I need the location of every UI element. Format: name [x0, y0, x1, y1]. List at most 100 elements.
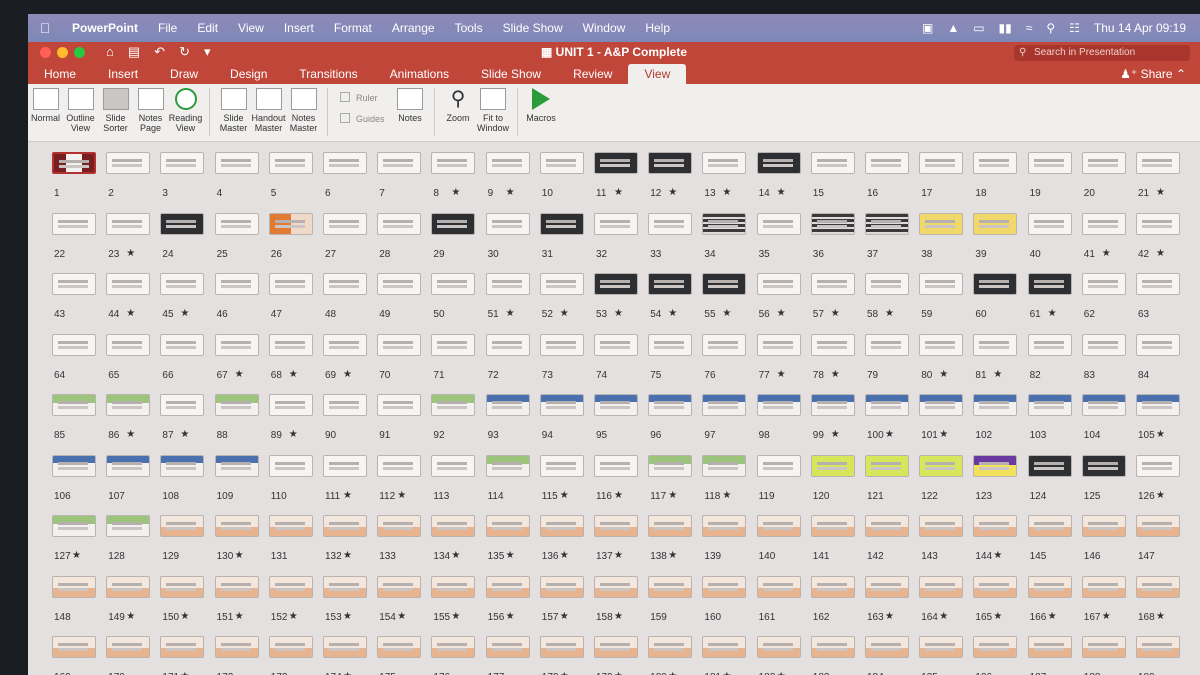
slide-preview[interactable] [648, 636, 693, 658]
slide-thumbnail-134[interactable]: 134 ★ [429, 515, 483, 575]
slide-preview[interactable] [648, 515, 693, 537]
normal-view-button[interactable]: Normal [28, 88, 63, 123]
slide-thumbnail-182[interactable]: 182★ [755, 636, 809, 675]
slide-thumbnail-36[interactable]: 36 [809, 212, 863, 273]
slide-preview[interactable] [539, 394, 584, 416]
slide-thumbnail-79[interactable]: 79 [863, 333, 917, 394]
slide-thumbnail-161[interactable]: 161 [755, 575, 809, 636]
slide-preview[interactable] [702, 575, 747, 598]
slide-preview[interactable] [1081, 333, 1126, 356]
slide-thumbnail-168[interactable]: 168 ★ [1134, 575, 1188, 636]
slide-thumbnail-9[interactable]: 9 ★ [484, 152, 538, 212]
slide-preview[interactable] [160, 575, 205, 598]
slide-thumbnail-163[interactable]: 163 ★ [863, 575, 917, 636]
slide-thumbnail-44[interactable]: 44 ★ [104, 273, 158, 333]
slide-thumbnail-112[interactable]: 112 ★ [375, 454, 429, 515]
slide-thumbnail-164[interactable]: 164 ★ [917, 575, 971, 636]
slide-preview[interactable] [756, 273, 801, 295]
slide-preview[interactable] [214, 636, 259, 658]
slide-thumbnail-85[interactable]: 85 [50, 394, 104, 454]
notes-page-button[interactable]: Notes Page [133, 88, 168, 133]
slide-preview[interactable] [1081, 273, 1126, 295]
slide-thumbnail-116[interactable]: 116 ★ [592, 454, 646, 515]
slide-thumbnail-51[interactable]: 51 ★ [484, 273, 538, 333]
menu-window[interactable]: Window [573, 21, 636, 35]
slide-preview[interactable] [52, 636, 96, 658]
slide-thumbnail-128[interactable]: 128 [104, 515, 158, 575]
slide-preview[interactable] [1081, 636, 1126, 658]
slide-thumbnail-175[interactable]: 175 [375, 636, 429, 675]
slide-thumbnail-33[interactable]: 33 [646, 212, 700, 273]
slide-preview[interactable] [810, 212, 855, 235]
slide-thumbnail-107[interactable]: 107 [104, 454, 158, 515]
slide-preview[interactable] [323, 575, 367, 598]
ruler-checkbox[interactable]: Ruler [340, 92, 385, 103]
slide-thumbnail-11[interactable]: 11 ★ [592, 152, 646, 212]
slide-thumbnail-111[interactable]: 111 ★ [321, 454, 375, 515]
menubar-clock[interactable]: Thu 14 Apr 09:19 [1094, 21, 1186, 35]
slide-thumbnail-76[interactable]: 76 [700, 333, 754, 394]
slide-thumbnail-84[interactable]: 84 [1134, 333, 1188, 394]
menu-view[interactable]: View [228, 21, 274, 35]
slide-preview[interactable] [919, 394, 964, 416]
slide-preview[interactable] [539, 152, 584, 174]
slide-thumbnail-50[interactable]: 50 [429, 273, 483, 333]
slide-preview[interactable] [431, 273, 476, 295]
slide-thumbnail-38[interactable]: 38 [917, 212, 971, 273]
slide-preview[interactable] [1027, 273, 1072, 295]
slide-thumbnail-122[interactable]: 122 [917, 454, 971, 515]
slide-thumbnail-136[interactable]: 136 ★ [538, 515, 592, 575]
slide-thumbnail-4[interactable]: 4 [213, 152, 267, 212]
slide-thumbnail-82[interactable]: 82 [1026, 333, 1080, 394]
slide-thumbnail-120[interactable]: 120 [809, 454, 863, 515]
slide-preview[interactable] [594, 394, 638, 416]
slide-preview[interactable] [268, 212, 313, 235]
slide-thumbnail-135[interactable]: 135 ★ [484, 515, 538, 575]
slide-thumbnail-143[interactable]: 143 [917, 515, 971, 575]
slide-thumbnail-78[interactable]: 78 ★ [809, 333, 863, 394]
slide-thumbnail-162[interactable]: 162 [809, 575, 863, 636]
battery-icon[interactable]: ▮▮ [999, 21, 1012, 35]
slide-thumbnail-179[interactable]: 179★ [592, 636, 646, 675]
slide-thumbnail-118[interactable]: 118 ★ [700, 454, 754, 515]
slide-thumbnail-98[interactable]: 98 [755, 394, 809, 454]
slide-thumbnail-34[interactable]: 34 [700, 212, 754, 273]
slide-thumbnail-99[interactable]: 99 ★ [809, 394, 863, 454]
slide-thumbnail-91[interactable]: 91 [375, 394, 429, 454]
slide-preview[interactable] [431, 152, 476, 174]
slide-preview[interactable] [810, 454, 855, 477]
slide-preview[interactable] [1027, 333, 1072, 356]
slide-thumbnail-64[interactable]: 64 [50, 333, 104, 394]
slide-thumbnail-39[interactable]: 39 [971, 212, 1025, 273]
slide-preview[interactable] [160, 636, 205, 658]
slide-preview[interactable] [973, 636, 1018, 658]
tab-design[interactable]: Design [214, 64, 283, 84]
slide-thumbnail-142[interactable]: 142 [863, 515, 917, 575]
slide-preview[interactable] [1136, 212, 1180, 235]
slide-thumbnail-93[interactable]: 93 [484, 394, 538, 454]
slide-thumbnail-124[interactable]: 124 [1026, 454, 1080, 515]
slide-thumbnail-117[interactable]: 117 ★ [646, 454, 700, 515]
slide-thumbnail-5[interactable]: 5 [267, 152, 321, 212]
slide-preview[interactable] [52, 152, 96, 174]
slide-preview[interactable] [106, 515, 151, 537]
slide-thumbnail-155[interactable]: 155 ★ [429, 575, 483, 636]
slide-preview[interactable] [1027, 454, 1072, 477]
slide-preview[interactable] [431, 636, 476, 658]
notes-master-button[interactable]: Notes Master [286, 88, 321, 133]
slide-preview[interactable] [594, 333, 638, 356]
slide-thumbnail-6[interactable]: 6 [321, 152, 375, 212]
slide-preview[interactable] [1081, 454, 1126, 477]
slide-thumbnail-53[interactable]: 53 ★ [592, 273, 646, 333]
slide-preview[interactable] [485, 212, 530, 235]
slide-preview[interactable] [377, 273, 422, 295]
slide-thumbnail-169[interactable]: 169 [50, 636, 104, 675]
slide-preview[interactable] [865, 152, 909, 174]
slide-preview[interactable] [377, 394, 422, 416]
slide-preview[interactable] [756, 152, 801, 174]
slide-thumbnail-130[interactable]: 130 ★ [213, 515, 267, 575]
slide-preview[interactable] [865, 575, 909, 598]
slide-thumbnail-132[interactable]: 132 ★ [321, 515, 375, 575]
slide-thumbnail-90[interactable]: 90 [321, 394, 375, 454]
slide-preview[interactable] [702, 212, 747, 235]
